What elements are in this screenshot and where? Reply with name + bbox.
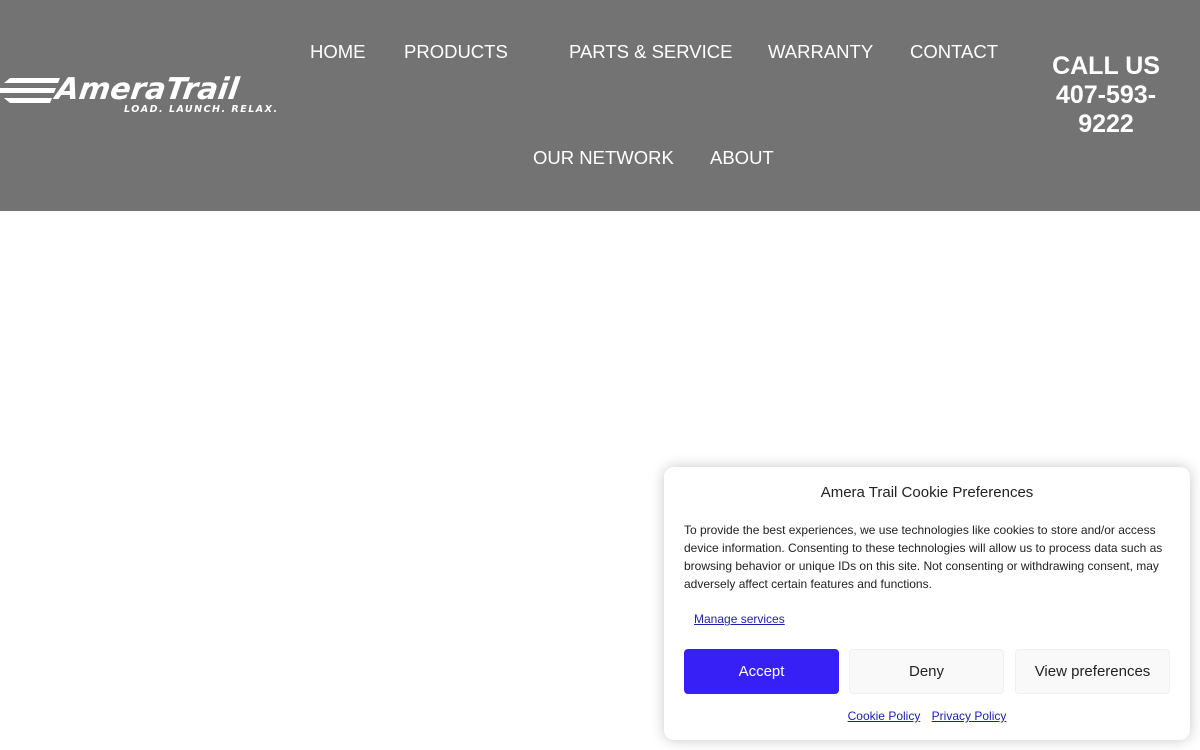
speed-lines-icon xyxy=(0,78,60,103)
brand-tagline: LOAD. LAUNCH. RELAX. xyxy=(124,104,279,115)
brand-name: AmeraTrail xyxy=(53,72,242,107)
site-header: AmeraTrail LOAD. LAUNCH. RELAX. HOME PRO… xyxy=(0,0,1200,211)
brand-logo[interactable]: AmeraTrail LOAD. LAUNCH. RELAX. xyxy=(0,70,277,122)
nav-warranty[interactable]: WARRANTY xyxy=(768,41,873,63)
accept-button[interactable]: Accept xyxy=(684,649,839,694)
cookie-policy-link[interactable]: Cookie Policy xyxy=(848,709,921,723)
cookie-dialog-message: To provide the best experiences, we use … xyxy=(684,523,1163,591)
call-us-label: CALL US xyxy=(1052,52,1160,80)
cookie-preferences-dialog: Amera Trail Cookie Preferences To provid… xyxy=(664,467,1190,740)
nav-about[interactable]: ABOUT xyxy=(710,147,774,169)
privacy-policy-link[interactable]: Privacy Policy xyxy=(932,709,1007,723)
phone-number-line1: 407-593- xyxy=(1055,81,1157,109)
nav-home[interactable]: HOME xyxy=(310,41,366,63)
nav-our-network[interactable]: OUR NETWORK xyxy=(533,147,674,169)
phone-number-line2: 9222 xyxy=(1078,110,1134,138)
cookie-document-links: Cookie Policy Privacy Policy xyxy=(664,709,1190,723)
view-preferences-button[interactable]: View preferences xyxy=(1015,649,1170,694)
nav-products[interactable]: PRODUCTS xyxy=(404,41,508,63)
nav-contact[interactable]: CONTACT xyxy=(910,41,998,63)
manage-services-link[interactable]: Manage services xyxy=(694,612,785,626)
cookie-dialog-title: Amera Trail Cookie Preferences xyxy=(820,484,1034,501)
deny-button[interactable]: Deny xyxy=(849,649,1004,694)
nav-parts-service[interactable]: PARTS & SERVICE xyxy=(569,41,732,63)
call-us-block[interactable]: CALL US 407-593- 9222 xyxy=(1036,52,1176,139)
